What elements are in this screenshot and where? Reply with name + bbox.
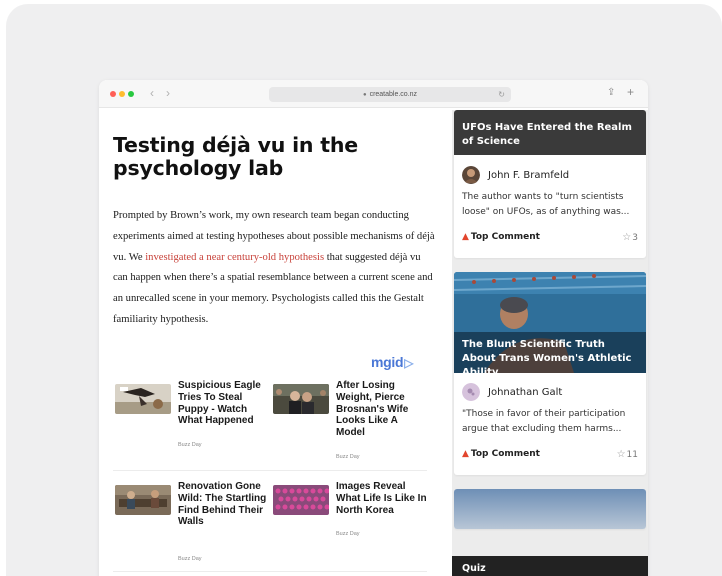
ad-item[interactable]: After Losing Weight, Pierce Brosnan's Wi… bbox=[271, 380, 426, 470]
top-comment-button[interactable]: ▲ Top Comment bbox=[462, 232, 540, 242]
minimize-window-button[interactable] bbox=[119, 91, 125, 97]
plus-icon[interactable]: + bbox=[627, 85, 634, 99]
reload-icon[interactable]: ↻ bbox=[498, 87, 505, 102]
play-icon: ▷ bbox=[404, 356, 414, 370]
flame-icon: ▲ bbox=[462, 232, 469, 242]
likes-number: 11 bbox=[626, 450, 638, 460]
quiz-header[interactable]: Quiz bbox=[452, 556, 648, 576]
ad-title: After Losing Weight, Pierce Brosnan's Wi… bbox=[336, 380, 409, 439]
chevron-right-icon[interactable]: › bbox=[166, 86, 170, 100]
card-excerpt: The author wants to "turn scientists loo… bbox=[462, 192, 630, 217]
chevron-left-icon[interactable]: ‹ bbox=[150, 86, 154, 100]
article-paragraph: Prompted by Brown’s work, my own researc… bbox=[113, 206, 437, 331]
ad-source: Buzz Day bbox=[336, 531, 360, 537]
mgid-logo[interactable]: mgid▷ bbox=[371, 354, 413, 370]
article-title: Testing déjà vu in the psychology lab bbox=[113, 133, 358, 180]
ad-source: Buzz Day bbox=[178, 556, 202, 562]
sky-image bbox=[454, 489, 646, 529]
ad-item[interactable]: Suspicious Eagle Tries To Steal Puppy - … bbox=[113, 380, 268, 460]
renovation-thumbnail bbox=[115, 485, 171, 515]
ad-title: Renovation Gone Wild: The Startling Find… bbox=[178, 481, 267, 528]
north-korea-thumbnail bbox=[273, 485, 329, 515]
card-headline[interactable]: UFOs Have Entered the Realm of Science bbox=[454, 110, 646, 155]
article-card[interactable]: The Blunt Scientific Truth About Trans W… bbox=[454, 272, 646, 475]
ad-source: Buzz Day bbox=[336, 454, 360, 460]
ad-source: Buzz Day bbox=[178, 442, 202, 448]
share-icon[interactable]: ⇪ bbox=[607, 86, 615, 100]
desktop-backdrop: ‹ › ● creatable.co.nz ↻ ⇪ + Testing déjà … bbox=[6, 4, 722, 576]
avatar bbox=[462, 166, 480, 184]
likes-count[interactable]: ☆3 bbox=[622, 232, 638, 243]
article-card[interactable]: UFOs Have Entered the Realm of Science J… bbox=[454, 110, 646, 258]
card-author[interactable]: Johnathan Galt bbox=[462, 383, 562, 401]
thumbs-up-icon: ☆ bbox=[616, 449, 626, 460]
address-bar[interactable]: ● creatable.co.nz ↻ bbox=[269, 87, 511, 102]
card-headline[interactable]: The Blunt Scientific Truth About Trans W… bbox=[454, 338, 646, 378]
author-name: John F. Bramfeld bbox=[488, 169, 570, 181]
ad-title: Images Reveal What Life Is Like In North… bbox=[336, 481, 427, 516]
couple-thumbnail bbox=[273, 384, 329, 414]
article-card[interactable] bbox=[454, 489, 646, 529]
top-comment-button[interactable]: ▲ Top Comment bbox=[462, 449, 540, 459]
ad-title: Suspicious Eagle Tries To Steal Puppy - … bbox=[178, 380, 261, 427]
ad-item[interactable]: Images Reveal What Life Is Like In North… bbox=[271, 481, 427, 541]
likes-count[interactable]: ☆11 bbox=[617, 449, 638, 460]
top-comment-label: Top Comment bbox=[470, 449, 540, 459]
zoom-window-button[interactable] bbox=[128, 91, 134, 97]
card-author[interactable]: John F. Bramfeld bbox=[462, 166, 569, 184]
flame-icon: ▲ bbox=[462, 449, 469, 459]
thumbs-up-icon: ☆ bbox=[622, 232, 632, 243]
ad-divider bbox=[113, 470, 427, 471]
browser-window: ‹ › ● creatable.co.nz ↻ ⇪ + Testing déjà … bbox=[99, 80, 648, 576]
mgid-wordmark: mgid bbox=[371, 354, 404, 370]
eagle-thumbnail bbox=[115, 384, 171, 414]
url-text: creatable.co.nz bbox=[369, 91, 418, 98]
top-comment-label: Top Comment bbox=[470, 232, 540, 242]
likes-number: 3 bbox=[632, 233, 638, 243]
browser-toolbar: ‹ › ● creatable.co.nz ↻ ⇪ + bbox=[99, 80, 648, 108]
sidebar: UFOs Have Entered the Realm of Science J… bbox=[452, 110, 648, 576]
card-excerpt: "Those in favor of their participation a… bbox=[462, 409, 626, 434]
ad-divider bbox=[113, 571, 427, 572]
lock-icon: ● bbox=[362, 92, 367, 98]
avatar bbox=[462, 383, 480, 401]
hypothesis-link[interactable]: investigated a near century-old hypothes… bbox=[145, 252, 324, 263]
close-window-button[interactable] bbox=[110, 91, 116, 97]
author-name: Johnathan Galt bbox=[488, 386, 563, 398]
ad-item[interactable]: Renovation Gone Wild: The Startling Find… bbox=[113, 481, 268, 571]
